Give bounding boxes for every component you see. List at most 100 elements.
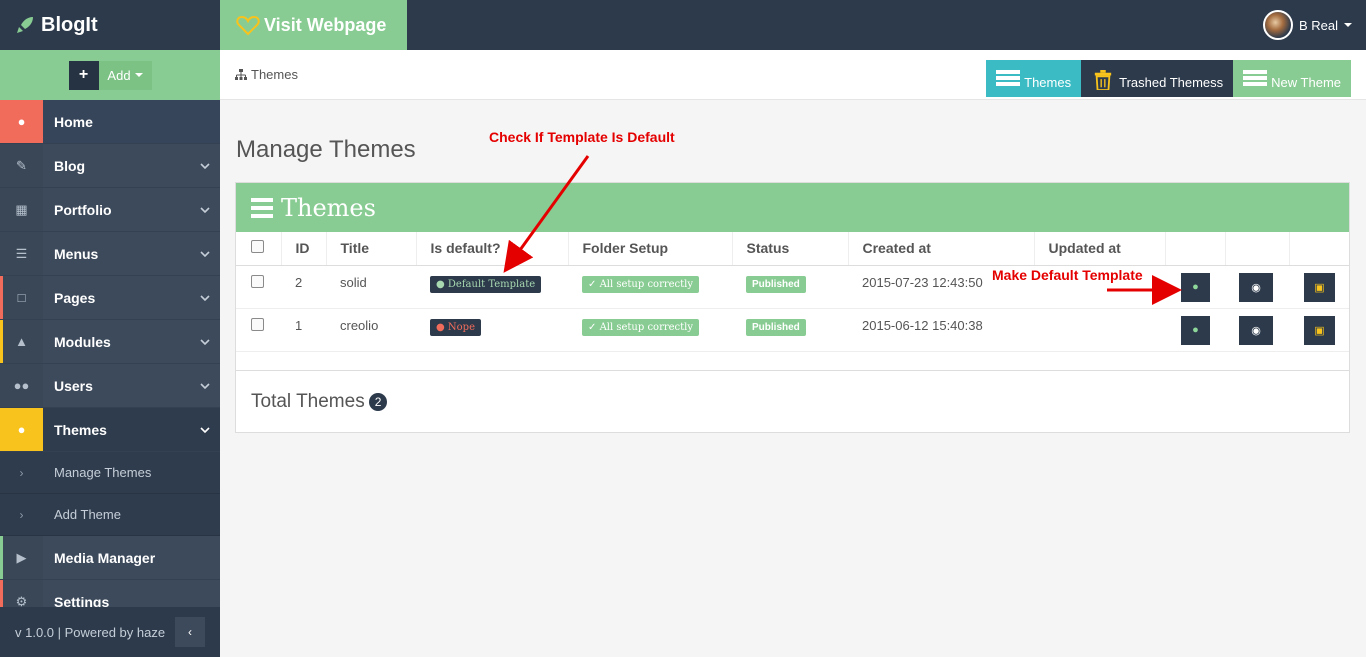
folder-setup-badge: ✓ All setup correctly [582, 318, 700, 336]
trash-icon [1094, 70, 1112, 90]
tab-themes[interactable]: Themes [986, 60, 1082, 97]
subheader: Themes Themes Trashed Themess New Theme [220, 50, 1366, 100]
cell-title: solid [326, 265, 416, 309]
select-all-checkbox[interactable] [251, 240, 264, 254]
edit-icon: ✎ [0, 144, 43, 187]
cell-id: 2 [281, 265, 326, 309]
breadcrumb-label[interactable]: Themes [251, 67, 298, 82]
tab-new-theme[interactable]: New Theme [1233, 60, 1351, 97]
add-label: Add [107, 67, 131, 83]
add-dropdown-button[interactable]: Add [98, 60, 152, 90]
avatar [1262, 10, 1293, 40]
sitemap-icon [235, 68, 247, 80]
version-text: v 1.0.0 | Powered by haze [15, 624, 166, 640]
chevron-down-icon [190, 425, 220, 435]
list-icon [996, 70, 1021, 86]
chevron-down-icon [190, 381, 220, 391]
accent-bar [0, 320, 3, 363]
add-group: + Add [68, 60, 152, 90]
panel-title: Themes [281, 193, 376, 222]
column-header: Is default? [416, 232, 569, 266]
chevron-right-icon: › [0, 494, 43, 535]
sidebar-subitem-manage-themes[interactable]: › Manage Themes [0, 452, 220, 494]
chevron-down-icon [190, 249, 220, 259]
chevron-down-icon [190, 337, 220, 347]
panel-header: Themes [236, 183, 1349, 232]
column-header: Updated at [1034, 232, 1166, 266]
sidebar-subitem-add-theme[interactable]: › Add Theme [0, 494, 220, 536]
sidebar-item-label: Themes [54, 421, 107, 438]
drop-icon: ● [1192, 324, 1199, 336]
chevron-down-icon [190, 161, 220, 171]
caret-down-icon [134, 73, 143, 77]
file-icon: □ [0, 276, 43, 319]
sidebar-item-label: Pages [54, 289, 96, 306]
drop-icon: ● [0, 408, 43, 451]
sidebar-item-menus[interactable]: ☰ Menus [0, 232, 220, 276]
tab-label: Themes [1024, 75, 1072, 90]
view-button[interactable]: ◉ [1239, 315, 1273, 345]
sidebar-item-users[interactable]: ●● Users [0, 364, 220, 408]
breadcrumb: Themes [235, 67, 298, 82]
column-header: Title [326, 232, 417, 266]
sidebar-item-pages[interactable]: □ Pages [0, 276, 220, 320]
badge-text: Nope [447, 321, 475, 333]
brand[interactable]: BlogIt [0, 0, 220, 50]
collapse-sidebar-button[interactable]: ‹ [175, 617, 205, 647]
list-icon [251, 197, 273, 218]
sidebar-item-modules[interactable]: ▲ Modules [0, 320, 220, 364]
column-header: Status [732, 232, 849, 266]
sidebar-item-blog[interactable]: ✎ Blog [0, 144, 220, 188]
table-header-row: ID Title Is default? Folder Setup Status… [236, 232, 1349, 266]
cell-id: 1 [281, 308, 326, 352]
tab-trashed-themes[interactable]: Trashed Themess [1081, 60, 1234, 97]
column-header: Created at [848, 232, 1035, 266]
chevron-down-icon [190, 205, 220, 215]
sidebar-item-label: Portfolio [54, 201, 112, 218]
sidebar-item-label: Menus [54, 245, 99, 262]
chevron-down-icon [190, 293, 220, 303]
themes-panel: Themes ID Title Is default? Folder Setup… [235, 182, 1350, 433]
trash-icon: ▣ [1314, 324, 1325, 337]
sidebar-item-label: Media Manager [54, 549, 156, 566]
make-default-button[interactable]: ● [1181, 272, 1210, 302]
sidebar-item-themes[interactable]: ● Themes [0, 408, 220, 452]
sidebar: BlogIt + Add ● Home ✎ Blog ▦ Portfolio ☰… [0, 0, 220, 657]
sidebar-item-media-manager[interactable]: ▶ Media Manager [0, 536, 220, 580]
bulb-icon: ● [0, 100, 43, 143]
view-button[interactable]: ◉ [1239, 272, 1273, 302]
sidebar-item-label: Users [54, 377, 93, 394]
sidebar-item-portfolio[interactable]: ▦ Portfolio [0, 188, 220, 232]
tab-label: Trashed Themess [1119, 75, 1224, 90]
table-row: 2 solid ● Default Template ✓ All setup c… [236, 265, 1349, 309]
row-checkbox[interactable] [251, 274, 264, 288]
not-default-badge: ● Nope [430, 318, 481, 336]
eye-icon: ◉ [1251, 281, 1261, 294]
user-menu[interactable]: B Real [1262, 10, 1352, 40]
list-icon [1243, 70, 1268, 86]
delete-button[interactable]: ▣ [1304, 272, 1335, 302]
annotation-make-default: Make Default Template [992, 267, 1143, 283]
make-default-button[interactable]: ● [1181, 315, 1210, 345]
accent-bar [0, 276, 3, 319]
sidebar-item-home[interactable]: ● Home [0, 100, 220, 144]
list-icon: ☰ [0, 232, 43, 275]
themes-table: ID Title Is default? Folder Setup Status… [236, 232, 1349, 352]
drop-icon: ● [1192, 281, 1199, 293]
eye-icon: ◉ [1251, 324, 1261, 337]
sidebar-item-label: Home [54, 113, 93, 130]
tab-label: New Theme [1271, 75, 1341, 90]
sidebar-footer: v 1.0.0 | Powered by haze ‹ [0, 607, 220, 657]
column-header: ID [281, 232, 327, 266]
row-checkbox[interactable] [251, 317, 264, 331]
add-plus-button[interactable]: + [68, 60, 99, 90]
badge-text: All setup correctly [599, 278, 694, 290]
status-badge: Published [746, 318, 806, 336]
delete-button[interactable]: ▣ [1304, 315, 1335, 345]
panel-divider [236, 370, 1349, 371]
rocket-icon [17, 17, 33, 33]
visit-webpage-button[interactable]: Visit Webpage [220, 0, 407, 50]
cell-title: creolio [326, 308, 416, 352]
play-icon: ▶ [0, 536, 43, 579]
total-themes: Total Themes 2 [251, 391, 388, 413]
